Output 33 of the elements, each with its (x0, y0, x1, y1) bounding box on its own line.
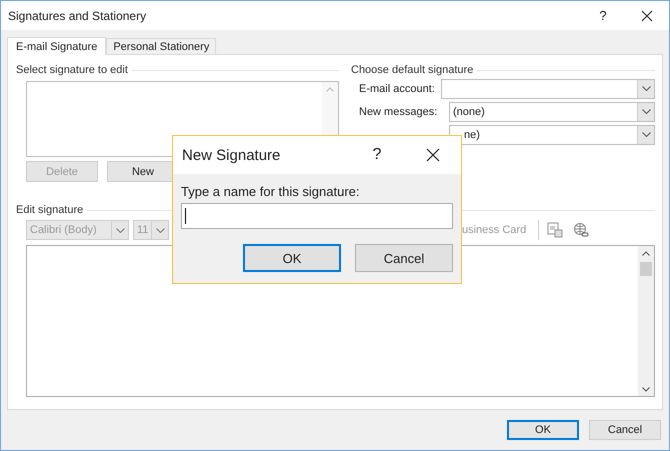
close-icon (426, 148, 440, 162)
tab[interactable]: Personal Stationery (106, 38, 216, 54)
close-icon (641, 10, 653, 22)
dropdown[interactable] (441, 78, 655, 98)
group-label: Edit signature (16, 204, 84, 216)
tab[interactable]: E-mail Signature (7, 37, 106, 55)
group-label: Choose default signature (351, 64, 474, 76)
picture-icon[interactable] (547, 222, 564, 238)
ok-button[interactable]: OK (243, 244, 341, 272)
field-label: New messages: (359, 106, 438, 118)
chevron-down-icon (642, 109, 650, 114)
dropdown[interactable]: (none) (449, 102, 655, 122)
window-title: Signatures and Stationery (8, 8, 148, 22)
dialog-title: New Signature (182, 146, 282, 164)
help-button[interactable]: ? (581, 1, 625, 30)
scroll-down-icon (642, 387, 650, 392)
field-label: E-mail account: (359, 82, 436, 94)
chevron-down-icon (642, 132, 650, 137)
group-label: Select signature to edit (16, 64, 128, 76)
scroll-up-icon (642, 251, 650, 256)
chevron-down-icon (156, 228, 164, 232)
cancel-button[interactable]: Cancel (355, 244, 453, 272)
scroll-up-icon (326, 87, 334, 92)
help-button[interactable]: ? (349, 136, 405, 174)
chevron-down-icon (116, 228, 124, 232)
cancel-button[interactable]: Cancel (589, 420, 661, 440)
prompt-label: Type a name for this signature: (181, 184, 360, 199)
chevron-down-icon (642, 86, 650, 91)
name-input-field[interactable] (181, 203, 453, 229)
scroll-thumb[interactable] (640, 262, 652, 276)
ok-button[interactable]: OK (507, 420, 579, 440)
dropdown[interactable]: ne) (449, 124, 655, 144)
globe-link-icon[interactable] (573, 222, 590, 238)
